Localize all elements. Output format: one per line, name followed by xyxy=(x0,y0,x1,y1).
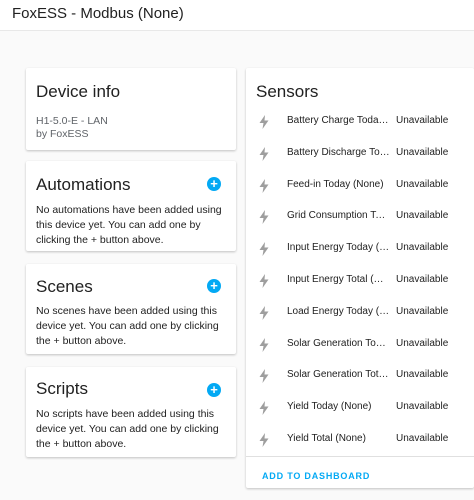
page-title: FoxESS - Modbus (None) xyxy=(12,5,184,22)
sensors-title: Sensors xyxy=(256,82,319,101)
add-to-dashboard-button[interactable]: ADD TO DASHBOARD xyxy=(262,471,370,481)
sensor-row[interactable]: Battery Charge Today (None) Unavailable xyxy=(246,106,474,138)
scripts-empty-text: No scripts have been added using this de… xyxy=(36,408,219,450)
sensor-row[interactable]: Feed-in Today (None) Unavailable xyxy=(246,170,474,202)
flash-icon xyxy=(259,178,269,193)
sensor-state: Unavailable xyxy=(396,242,449,254)
device-info-title: Device info xyxy=(36,82,121,101)
sensor-row[interactable]: Yield Today (None) Unavailable xyxy=(246,392,474,424)
flash-icon xyxy=(259,401,269,416)
device-info-card: Device info H1-5.0-E - LAN by FoxESS xyxy=(26,68,236,150)
sensor-name: Yield Total (None) xyxy=(287,433,366,444)
automations-card: Automations + No automations have been a… xyxy=(26,161,236,251)
flash-icon xyxy=(259,274,269,288)
sensor-name: Feed-in Today (None) xyxy=(287,178,384,190)
scripts-title: Scripts xyxy=(36,379,88,398)
sensor-name: Grid Consumption Today (None) xyxy=(287,210,390,222)
sensor-row[interactable]: Solar Generation Today (None) Unavailable xyxy=(246,329,474,361)
scenes-empty-text: No scenes have been added using this dev… xyxy=(36,305,219,347)
sensor-row[interactable]: Grid Consumption Today (None) Unavailable xyxy=(246,201,474,233)
sensor-row[interactable]: Yield Total (None) Unavailable xyxy=(246,424,474,456)
top-app-bar: FoxESS - Modbus (None) xyxy=(0,0,474,31)
flash-icon xyxy=(259,210,269,225)
sensor-name: Load Energy Today (None) xyxy=(287,305,390,317)
automations-title: Automations xyxy=(36,175,131,194)
sensor-state: Unavailable xyxy=(396,178,449,190)
sensor-name: Solar Generation Total (None) xyxy=(287,369,390,381)
card-actions-divider xyxy=(246,456,474,457)
sensor-state: Unavailable xyxy=(396,401,449,413)
sensor-name: Yield Today (None) xyxy=(287,401,372,413)
scenes-card: Scenes + No scenes have been added using… xyxy=(26,264,236,354)
sensor-row[interactable]: Input Energy Today (None) Unavailable xyxy=(246,233,474,265)
add-script-button[interactable]: + xyxy=(207,383,221,397)
sensor-name: Input Energy Total (None) xyxy=(287,274,390,285)
sensor-state: Unavailable xyxy=(396,305,449,317)
flash-icon xyxy=(259,146,269,161)
sensors-card: Sensors Battery Charge Today (None) Unava… xyxy=(246,68,474,488)
sensor-name: Battery Discharge Today (None) xyxy=(287,146,390,158)
sensor-row[interactable]: Solar Generation Total (None) Unavailable xyxy=(246,360,474,392)
scripts-card: Scripts + No scripts have been added usi… xyxy=(26,367,236,457)
device-manufacturer: by FoxESS xyxy=(36,128,89,140)
sensor-row[interactable]: Battery Discharge Today (None) Unavailabl… xyxy=(246,138,474,170)
sensor-row[interactable]: Input Energy Total (None) Unavailable xyxy=(246,265,474,297)
sensor-state: Unavailable xyxy=(396,210,449,222)
flash-icon xyxy=(259,337,269,352)
sensor-name: Input Energy Today (None) xyxy=(287,242,390,254)
automations-empty-text: No automations have been added using thi… xyxy=(36,204,222,246)
sensor-state: Unavailable xyxy=(396,115,449,126)
sensor-state: Unavailable xyxy=(396,274,449,285)
sensor-row[interactable]: Load Energy Today (None) Unavailable xyxy=(246,297,474,329)
flash-icon xyxy=(259,369,269,384)
flash-icon xyxy=(259,115,269,129)
sensor-name: Battery Charge Today (None) xyxy=(287,115,390,126)
sensor-state: Unavailable xyxy=(396,337,449,349)
device-model: H1-5.0-E - LAN xyxy=(36,115,108,127)
flash-icon xyxy=(259,433,269,447)
flash-icon xyxy=(259,242,269,257)
sensor-state: Unavailable xyxy=(396,146,449,158)
sensor-state: Unavailable xyxy=(396,433,449,444)
sensor-name: Solar Generation Today (None) xyxy=(287,337,390,349)
flash-icon xyxy=(259,305,269,320)
scenes-title: Scenes xyxy=(36,277,93,296)
add-scene-button[interactable]: + xyxy=(207,279,221,293)
add-automation-button[interactable]: + xyxy=(207,177,221,191)
sensor-state: Unavailable xyxy=(396,369,449,381)
